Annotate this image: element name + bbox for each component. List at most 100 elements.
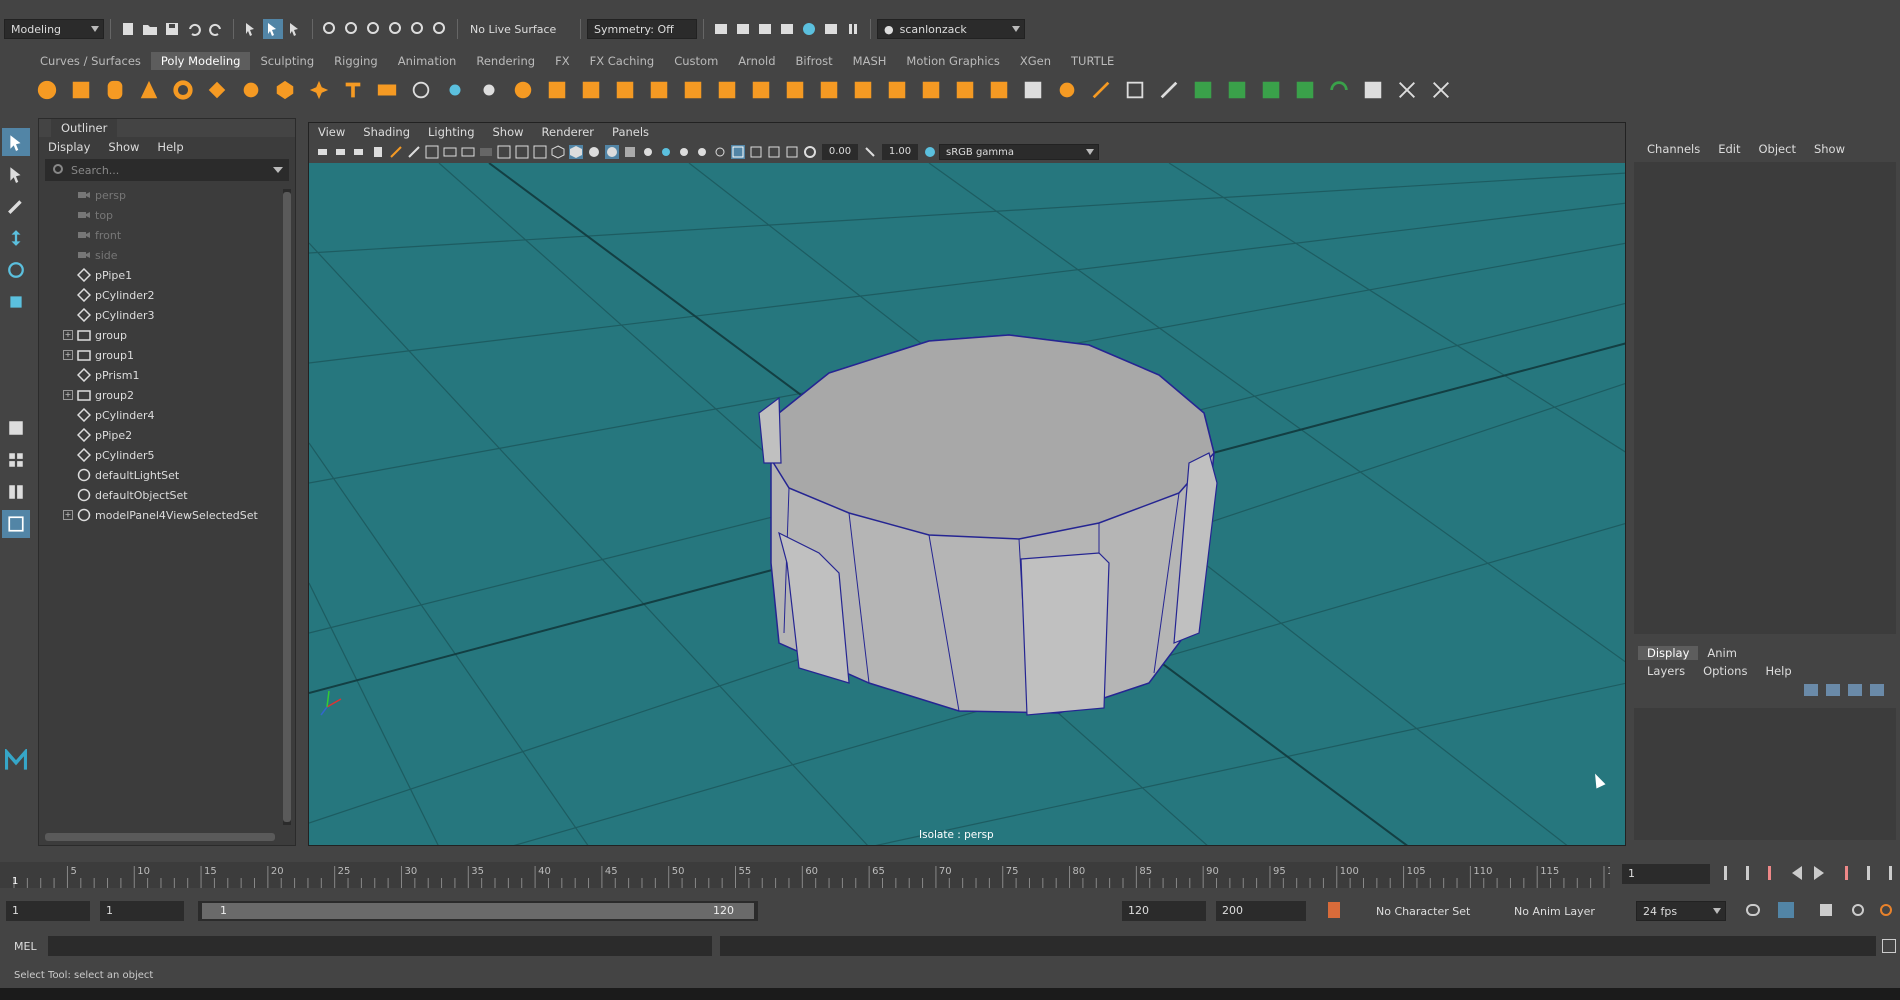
- smooth-icon[interactable]: [543, 76, 571, 104]
- type-tool-icon[interactable]: [339, 76, 367, 104]
- shadows-icon[interactable]: [659, 145, 673, 159]
- shelf-tab-mash[interactable]: MASH: [843, 52, 897, 70]
- two-view-layout-icon[interactable]: [2, 478, 30, 506]
- outliner-item[interactable]: + group: [39, 325, 295, 345]
- shelf-tab-rendering[interactable]: Rendering: [466, 52, 545, 70]
- four-view-layout-icon[interactable]: [2, 446, 30, 474]
- outliner-item[interactable]: side: [39, 245, 295, 265]
- outliner-scrollbar[interactable]: [283, 189, 291, 825]
- snap-surface-icon[interactable]: [408, 19, 428, 39]
- shelf-tab-motion-graphics[interactable]: Motion Graphics: [896, 52, 1009, 70]
- expand-icon[interactable]: +: [63, 330, 73, 340]
- viewport-panel[interactable]: View Shading Lighting Show Renderer Panels 0.…: [308, 122, 1626, 846]
- step-forward-icon[interactable]: [1856, 866, 1870, 880]
- field-chart-icon[interactable]: [497, 145, 511, 159]
- shelf-tab-fx-caching[interactable]: FX Caching: [580, 52, 665, 70]
- go-to-start-icon[interactable]: [1724, 866, 1738, 880]
- script-editor-icon[interactable]: [1882, 939, 1896, 953]
- outliner-item[interactable]: defaultObjectSet: [39, 485, 295, 505]
- shelf-tab-arnold[interactable]: Arnold: [728, 52, 785, 70]
- gate-mask-icon[interactable]: [479, 145, 493, 159]
- gamma-field[interactable]: 1.00: [882, 144, 918, 160]
- platonic-solid-icon[interactable]: [271, 76, 299, 104]
- combine-icon[interactable]: [509, 76, 537, 104]
- outliner-item[interactable]: pPipe1: [39, 265, 295, 285]
- poly-disc-icon[interactable]: [237, 76, 265, 104]
- scale-tool-icon[interactable]: [2, 288, 30, 316]
- cylindrical-map-icon[interactable]: [1223, 76, 1251, 104]
- safe-action-icon[interactable]: [515, 145, 529, 159]
- motion-blur-icon[interactable]: [695, 145, 709, 159]
- color-management-icon[interactable]: [923, 145, 937, 159]
- wedge-icon[interactable]: [951, 76, 979, 104]
- mirror-icon[interactable]: [577, 76, 605, 104]
- extract-icon[interactable]: [441, 76, 469, 104]
- channel-box-area[interactable]: [1634, 162, 1896, 634]
- offset-edge-loop-icon[interactable]: [1155, 76, 1183, 104]
- command-language-label[interactable]: MEL: [14, 940, 37, 953]
- new-empty-layer-icon[interactable]: [1848, 684, 1862, 696]
- poke-icon[interactable]: [917, 76, 945, 104]
- viewport-menu-lighting[interactable]: Lighting: [419, 125, 483, 139]
- screen-space-ao-icon[interactable]: [677, 145, 691, 159]
- outliner-search[interactable]: Search...: [45, 159, 289, 181]
- shelf-tab-curves-surfaces[interactable]: Curves / Surfaces: [30, 52, 151, 70]
- outliner-layout-icon[interactable]: [2, 510, 30, 538]
- move-layer-down-icon[interactable]: [1826, 684, 1840, 696]
- cut-uv-icon[interactable]: [1427, 76, 1455, 104]
- shelf-tab-turtle[interactable]: TURTLE: [1061, 52, 1124, 70]
- outliner-item[interactable]: pCylinder4: [39, 405, 295, 425]
- select-object-icon[interactable]: [263, 19, 283, 39]
- poly-sphere-icon[interactable]: [33, 76, 61, 104]
- move-layer-up-icon[interactable]: [1804, 684, 1818, 696]
- shelf-tab-animation[interactable]: Animation: [388, 52, 467, 70]
- channel-box-menu-channels[interactable]: Channels: [1638, 142, 1709, 156]
- viewport-menu-renderer[interactable]: Renderer: [533, 125, 604, 139]
- animation-start-field[interactable]: 1: [6, 901, 90, 921]
- lights-icon[interactable]: [641, 145, 655, 159]
- channel-box-menu-show[interactable]: Show: [1805, 142, 1854, 156]
- anti-aliasing-icon[interactable]: [713, 145, 727, 159]
- character-set-dropdown[interactable]: No Character Set: [1370, 901, 1502, 921]
- bookmark-icon[interactable]: [353, 145, 367, 159]
- viewport-menu-shading[interactable]: Shading: [354, 125, 419, 139]
- go-to-end-icon[interactable]: [1878, 866, 1892, 880]
- snap-view-icon[interactable]: [386, 19, 406, 39]
- outliner-item[interactable]: + modelPanel4ViewSelectedSet: [39, 505, 295, 525]
- spherical-map-icon[interactable]: [1257, 76, 1285, 104]
- fps-dropdown[interactable]: 24 fps: [1636, 901, 1726, 921]
- outliner-hscrollbar[interactable]: [45, 833, 275, 841]
- step-back-icon[interactable]: [1746, 866, 1760, 880]
- render-sequence-icon[interactable]: [733, 19, 753, 39]
- reduce-icon[interactable]: [645, 76, 673, 104]
- time-slider[interactable]: 5 10 15 20 25 30 35 40 45 50 55 60 65 70 75 80 85 90 95 100…: [0, 856, 1900, 892]
- safe-title-icon[interactable]: [533, 145, 547, 159]
- textured-icon[interactable]: [623, 145, 637, 159]
- extrude-icon[interactable]: [781, 76, 809, 104]
- planar-map-icon[interactable]: [1189, 76, 1217, 104]
- retopologize-icon[interactable]: [713, 76, 741, 104]
- image-plane-icon[interactable]: [371, 145, 385, 159]
- isolate-select-icon[interactable]: [731, 145, 745, 159]
- smooth-shade-icon[interactable]: [569, 145, 583, 159]
- user-account-dropdown[interactable]: ● scanlonzack: [877, 19, 1025, 39]
- outliner-item[interactable]: defaultLightSet: [39, 465, 295, 485]
- loop-icon[interactable]: [1746, 904, 1760, 916]
- playback-end-field[interactable]: 120: [1122, 901, 1206, 921]
- outliner-menu-display[interactable]: Display: [39, 140, 99, 154]
- move-tool-icon[interactable]: [2, 224, 30, 252]
- range-slider[interactable]: 1 120: [198, 901, 758, 921]
- expand-icon[interactable]: +: [63, 350, 73, 360]
- exposure-icon[interactable]: [803, 145, 817, 159]
- render-frame-icon[interactable]: [711, 19, 731, 39]
- open-scene-icon[interactable]: [140, 19, 160, 39]
- shelf-tab-poly-modeling[interactable]: Poly Modeling: [150, 52, 251, 70]
- render-settings-icon[interactable]: [777, 19, 797, 39]
- fill-hole-icon[interactable]: [747, 76, 775, 104]
- shelf-tab-bifrost[interactable]: Bifrost: [786, 52, 843, 70]
- viewport-scene[interactable]: [309, 163, 1626, 846]
- default-material-icon[interactable]: [587, 145, 601, 159]
- outliner-item[interactable]: + group1: [39, 345, 295, 365]
- outliner-menu-help[interactable]: Help: [148, 140, 192, 154]
- xray-icon[interactable]: [749, 145, 763, 159]
